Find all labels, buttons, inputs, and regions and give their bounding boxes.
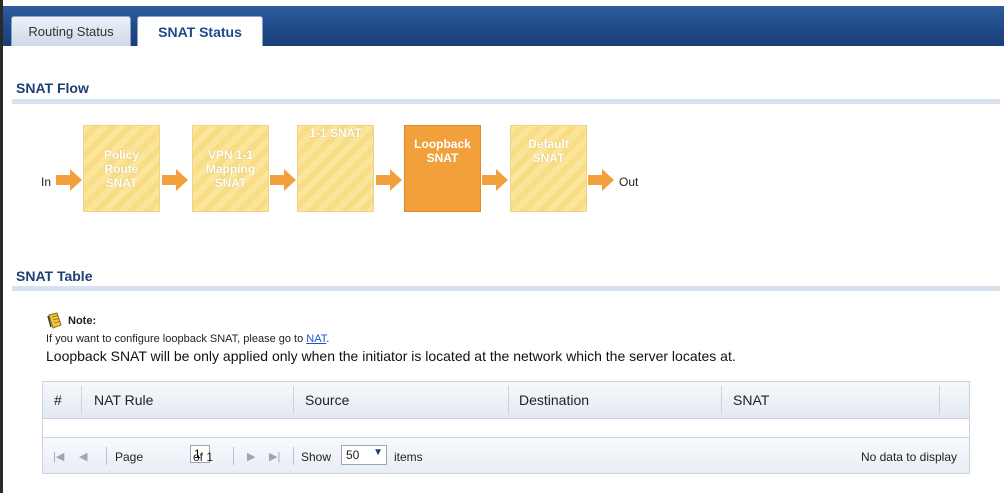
column-separator bbox=[721, 386, 722, 414]
snat-table-title: SNAT Table bbox=[16, 268, 93, 284]
column-separator bbox=[939, 386, 940, 414]
section-divider bbox=[12, 286, 1000, 291]
note-text-prefix: If you want to configure loopback SNAT, … bbox=[46, 333, 307, 345]
flow-arrow-icon bbox=[588, 169, 614, 191]
previous-page-icon[interactable]: ◀ bbox=[79, 450, 87, 463]
flow-arrow-icon bbox=[270, 169, 296, 191]
items-label: items bbox=[394, 450, 423, 464]
flow-step-default-snat: Default SNAT bbox=[510, 125, 587, 212]
items-per-page-select[interactable]: 50 ▼ bbox=[341, 445, 387, 465]
pager-separator bbox=[233, 447, 234, 465]
pager-separator bbox=[106, 447, 107, 465]
section-divider bbox=[12, 99, 1000, 104]
nat-link[interactable]: NAT bbox=[306, 333, 326, 345]
flow-out-label: Out bbox=[619, 175, 639, 189]
chevron-down-icon[interactable]: ▼ bbox=[373, 447, 383, 458]
flow-step-1-1-snat: 1-1 SNAT bbox=[297, 125, 374, 212]
page-label: Page bbox=[115, 450, 144, 464]
first-page-icon[interactable]: |◀ bbox=[53, 450, 64, 463]
column-separator bbox=[293, 386, 294, 414]
column-separator bbox=[508, 386, 509, 414]
note-text-suffix: . bbox=[326, 333, 330, 345]
flow-in-label: In bbox=[41, 175, 52, 189]
tab-snat-status[interactable]: SNAT Status bbox=[137, 16, 263, 46]
snat-flow-title: SNAT Flow bbox=[16, 80, 89, 96]
tab-routing-status[interactable]: Routing Status bbox=[11, 16, 131, 46]
items-per-page-value: 50 bbox=[346, 448, 360, 462]
column-header-nat-rule[interactable]: NAT Rule bbox=[94, 392, 153, 408]
column-header-destination[interactable]: Destination bbox=[519, 392, 589, 408]
table-header: # NAT Rule Source Destination SNAT bbox=[43, 382, 969, 419]
column-separator bbox=[81, 386, 82, 414]
flow-step-vpn-mapping-snat: VPN 1-1 Mapping SNAT bbox=[192, 125, 269, 212]
show-label: Show bbox=[301, 450, 332, 464]
tab-bar: Routing Status SNAT Status bbox=[3, 6, 1004, 46]
note-description: Loopback SNAT will be only applied only … bbox=[46, 348, 736, 364]
column-header-snat[interactable]: SNAT bbox=[733, 392, 769, 408]
table-pager: |◀ ◀ Page of 1 ▶ ▶| Show 50 ▼ items No d… bbox=[43, 437, 969, 473]
last-page-icon[interactable]: ▶| bbox=[269, 450, 280, 463]
flow-arrow-icon bbox=[376, 169, 402, 191]
empty-table-message: No data to display bbox=[860, 450, 957, 464]
column-header-source[interactable]: Source bbox=[305, 392, 349, 408]
column-header-number[interactable]: # bbox=[54, 392, 62, 408]
note-text: If you want to configure loopback SNAT, … bbox=[46, 333, 329, 345]
table-body bbox=[43, 419, 969, 437]
page-of-label: of 1 bbox=[193, 450, 214, 464]
flow-step-policy-route-snat: Policy Route SNAT bbox=[83, 125, 160, 212]
note-label: Note: bbox=[68, 315, 97, 327]
flow-step-loopback-snat: Loopback SNAT bbox=[404, 125, 481, 212]
snat-table: # NAT Rule Source Destination SNAT |◀ ◀ … bbox=[42, 381, 970, 474]
flow-arrow-icon bbox=[162, 169, 188, 191]
flow-arrow-icon bbox=[482, 169, 508, 191]
flow-arrow-icon bbox=[56, 169, 82, 191]
note-icon bbox=[47, 312, 62, 329]
pager-separator bbox=[293, 447, 294, 465]
next-page-icon[interactable]: ▶ bbox=[247, 450, 255, 463]
